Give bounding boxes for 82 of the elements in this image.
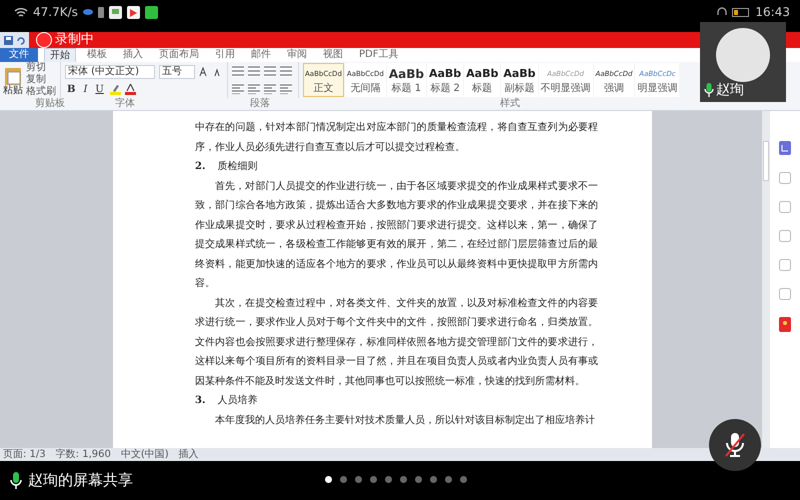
heading-number: 2. xyxy=(195,160,206,174)
align-icon[interactable] xyxy=(264,84,276,94)
page-indicator-dot[interactable] xyxy=(400,476,407,483)
highlight-icon[interactable] xyxy=(110,84,121,95)
body-paragraph: 中存在的问题，针对本部门情况制定出对应本部门的质量检查流程，将自查互查列为必要程序，作业人员必须先进行自查互查以后才可以提交过程检查。 xyxy=(195,120,598,154)
clock-time: 16:43 xyxy=(755,5,790,19)
ribbon-group-label: 段落 xyxy=(250,98,270,110)
page-indicator-dot[interactable] xyxy=(370,476,377,483)
page-indicator-dot[interactable] xyxy=(385,476,392,483)
bold-button[interactable]: B xyxy=(65,84,78,96)
body-paragraph: 本年度我的人员培养任务主要针对技术质量人员，所以针对该目标制定出了相应培养计 xyxy=(214,414,596,428)
page-indicator-dot[interactable] xyxy=(445,476,452,483)
envelope-icon[interactable] xyxy=(779,317,791,332)
page-indicator-dot[interactable] xyxy=(325,476,332,483)
body-paragraph: 其次，在提交检查过程中，对各类文件、文件夹的放置，以及对标准检查文件的内容要求进行统一，要求作业人员对于每个文件夹中的文件，按照部门要求进行命名，归类放置。文件内容也会按照要求进行整理保存，标准同样依照各地方提交管理部门文件的要求进行，这样以来每个项目所有的资料目录一目了然，并且在项目负责人员或者内业负责人员有事或因某种条件不能及时发送文件时，其他同事也可以按照统一标准，快速的找到所需材料。 xyxy=(195,296,598,388)
participant-name: 赵珣 xyxy=(716,81,744,99)
align-icon[interactable] xyxy=(280,84,292,94)
microphone-icon xyxy=(10,472,22,490)
font-size-field[interactable]: 五号 xyxy=(159,64,195,78)
list-icon[interactable] xyxy=(264,66,276,76)
status-item: 页面: 1/3 xyxy=(3,448,46,461)
style-preset[interactable]: AaBb 标题 xyxy=(464,63,500,97)
wifi-icon xyxy=(14,6,28,18)
ribbon-group-label: 样式 xyxy=(500,98,520,110)
ribbon-tab[interactable]: 插入 xyxy=(118,48,148,62)
underline-button[interactable]: U xyxy=(93,84,106,96)
page-indicator-dot[interactable] xyxy=(415,476,422,483)
undo-icon[interactable] xyxy=(16,36,25,44)
scrollbar[interactable] xyxy=(762,111,770,448)
align-icon[interactable] xyxy=(232,84,244,94)
avatar-circle xyxy=(716,28,770,82)
ribbon-tab[interactable]: 引用 xyxy=(210,48,240,62)
italic-button[interactable]: I xyxy=(81,84,90,96)
app-icon xyxy=(108,6,122,18)
style-preset[interactable]: AaBb 标题 2 xyxy=(426,63,464,97)
copy-button[interactable]: 复制 xyxy=(26,74,56,86)
ribbon-tab[interactable]: 开始 xyxy=(44,48,76,62)
microphone-icon xyxy=(704,83,714,97)
list-icon[interactable] xyxy=(232,66,244,76)
grow-font-icon[interactable] xyxy=(199,66,209,76)
app-icon xyxy=(126,6,140,18)
style-preset[interactable]: AaBb 标题 1 xyxy=(386,63,426,97)
ribbon-tab[interactable]: 模板 xyxy=(82,48,112,62)
font-name-field[interactable]: 宋体 (中文正文) xyxy=(65,64,155,78)
muted-microphone-icon xyxy=(724,432,746,458)
status-item: 插入 xyxy=(178,448,199,461)
status-item: 中文(中国) xyxy=(120,448,169,461)
cloud-icon xyxy=(82,9,93,15)
page-indicator-dot[interactable] xyxy=(430,476,437,483)
page-indicator-dot[interactable] xyxy=(460,476,467,483)
section-heading: 人员培养 xyxy=(217,394,258,408)
ribbon-tab[interactable]: 视图 xyxy=(318,48,348,62)
ribbon-tab[interactable]: 文件 xyxy=(0,48,38,62)
network-speed: 47.7K/s xyxy=(33,5,78,19)
ribbon-tab[interactable]: 页面布局 xyxy=(154,48,204,62)
ribbon-group-label: 剪贴板 xyxy=(35,98,65,110)
page-indicator-dot[interactable] xyxy=(355,476,362,483)
ribbon-tab[interactable]: PDF工具 xyxy=(354,48,404,62)
body-paragraph: 首先，对部门人员提交的作业进行统一，由于各区域要求提交的作业成果样式要求不一致，部门综合各地方政策，提炼出适合大多数地方要求的作业成果提交要求，并在接下来的作业成果提交时，要求从过程检查开始，按照部门要求进行提交。这样以来，第一，确保了提交成果样式统一，各级检查工作能够更有效的展开，第二，在经过部门层层筛查过后的最终资料，能更加快速的适应各个地方的要求，作业员可以从最终资料中更快提取甲方所需内容。 xyxy=(195,180,598,291)
ribbon-tab[interactable]: 审阅 xyxy=(282,48,312,62)
sim-icon xyxy=(98,6,104,18)
section-heading: 质检细则 xyxy=(217,160,258,174)
status-item: 字数: 1,960 xyxy=(56,448,111,461)
cut-button[interactable]: 剪切 xyxy=(26,62,56,74)
page-indicator-dot[interactable] xyxy=(340,476,347,483)
ribbon-group-label: 字体 xyxy=(115,98,135,110)
save-icon[interactable] xyxy=(4,36,13,44)
recording-label: 录制中 xyxy=(55,32,94,48)
font-color-icon[interactable] xyxy=(124,84,136,95)
style-preset[interactable]: AaBb 副标题 xyxy=(501,63,538,97)
app-icon xyxy=(144,6,158,18)
battery-icon xyxy=(732,8,750,16)
ribbon-tab[interactable]: 邮件 xyxy=(246,48,276,62)
list-icon[interactable] xyxy=(280,66,292,76)
paste-button[interactable]: 粘贴 xyxy=(3,64,23,96)
list-icon[interactable] xyxy=(248,66,260,76)
screen-share-label: 赵珣的屏幕共享 xyxy=(28,471,133,490)
heading-number: 3. xyxy=(195,394,206,408)
template-icon[interactable] xyxy=(779,141,791,155)
align-icon[interactable] xyxy=(248,84,260,94)
headphone-icon xyxy=(717,7,728,17)
format-painter-button[interactable]: 格式刷 xyxy=(26,86,56,98)
